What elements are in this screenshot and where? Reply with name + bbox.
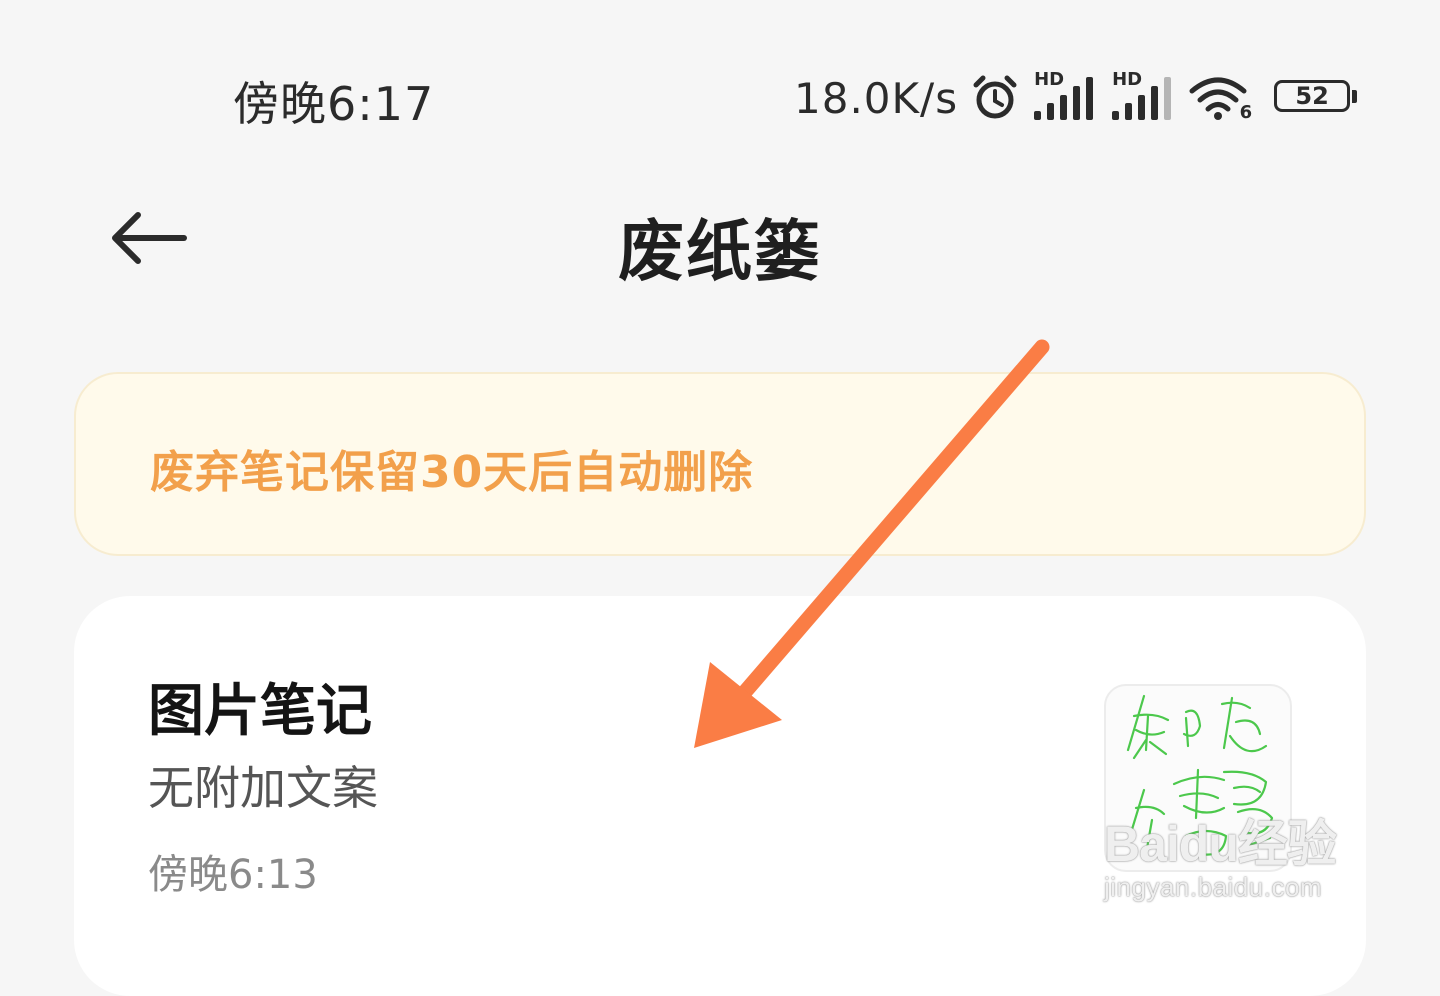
page-title: 废纸篓 [618, 213, 822, 290]
signal-hd-icon: HD [1110, 69, 1176, 123]
alarm-icon [970, 73, 1020, 123]
note-thumbnail-image [1104, 684, 1292, 872]
note-title: 图片笔记 [148, 679, 372, 744]
signal-hd-label: HD [1112, 69, 1143, 90]
battery-level: 52 [1274, 80, 1351, 112]
wifi-6-icon: 6 [1188, 73, 1252, 123]
trash-note-item[interactable]: 图片笔记 无附加文案 傍晚6:13 [74, 596, 1366, 996]
signal-hd-icon: HD [1032, 69, 1098, 123]
status-bar-right: 18.0K/s HD HD 6 52 [794, 68, 1360, 128]
note-snippet: 无附加文案 [148, 761, 378, 815]
note-time: 傍晚6:13 [148, 852, 318, 898]
retention-notice: 废弃笔记保留30天后自动删除 [74, 372, 1366, 556]
wifi-label: 6 [1239, 102, 1253, 123]
signal-hd-label: HD [1034, 69, 1065, 90]
battery-icon: 52 [1274, 80, 1360, 116]
retention-notice-text: 废弃笔记保留30天后自动删除 [150, 447, 754, 498]
network-speed: 18.0K/s [794, 73, 959, 123]
status-time: 傍晚6:17 [233, 77, 435, 131]
